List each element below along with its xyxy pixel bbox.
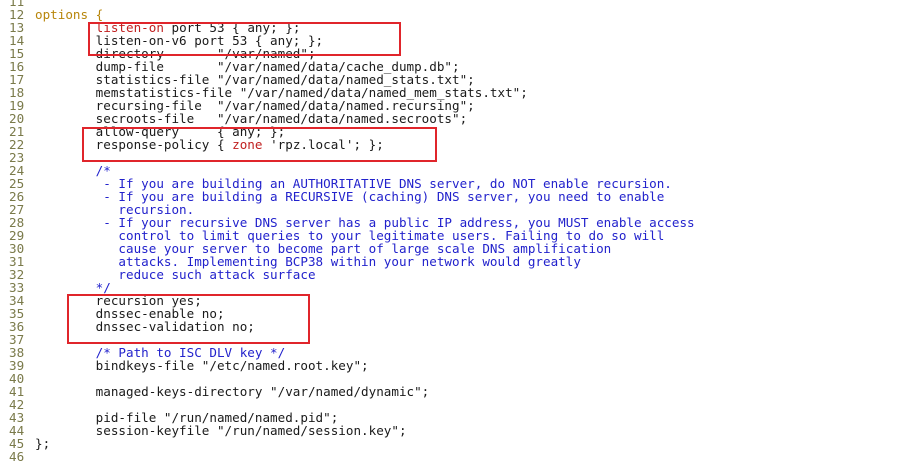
code-line[interactable]: 36 dnssec-validation no; [0, 320, 909, 333]
code-token: dnssec-validation no; [35, 319, 255, 334]
code-token: session-keyfile "/run/named/session.key"… [35, 423, 407, 438]
code-token: zone [232, 137, 263, 152]
code-text: response-policy { zone 'rpz.local'; }; [35, 138, 384, 151]
code-line[interactable]: 44 session-keyfile "/run/named/session.k… [0, 424, 909, 437]
code-text: session-keyfile "/run/named/session.key"… [35, 424, 407, 437]
code-line[interactable]: 22 response-policy { zone 'rpz.local'; }… [0, 138, 909, 151]
code-text: dnssec-validation no; [35, 320, 255, 333]
code-line[interactable]: 45}; [0, 437, 909, 450]
code-line[interactable]: 23 [0, 151, 909, 164]
code-line[interactable]: 11 [0, 0, 909, 8]
code-text: }; [35, 437, 50, 450]
code-token: 'rpz.local'; }; [262, 137, 384, 152]
code-editor[interactable]: 11 12 options {13 listen-on port 53 { any;… [0, 0, 909, 463]
code-token: bindkeys-file "/etc/named.root.key"; [35, 358, 369, 373]
code-text: bindkeys-file "/etc/named.root.key"; [35, 359, 369, 372]
code-line[interactable]: 41 managed-keys-directory "/var/named/dy… [0, 385, 909, 398]
line-number: 46 [9, 449, 25, 464]
code-text: managed-keys-directory "/var/named/dynam… [35, 384, 430, 399]
code-line[interactable]: 39 bindkeys-file "/etc/named.root.key"; [0, 359, 909, 372]
code-token: response-policy { [35, 137, 233, 152]
code-line[interactable]: 32 reduce such attack surface [0, 268, 909, 281]
code-token: }; [35, 436, 51, 451]
code-line[interactable]: 46 [0, 450, 909, 463]
code-token: managed-keys-directory "/var/named/dynam… [35, 384, 430, 399]
